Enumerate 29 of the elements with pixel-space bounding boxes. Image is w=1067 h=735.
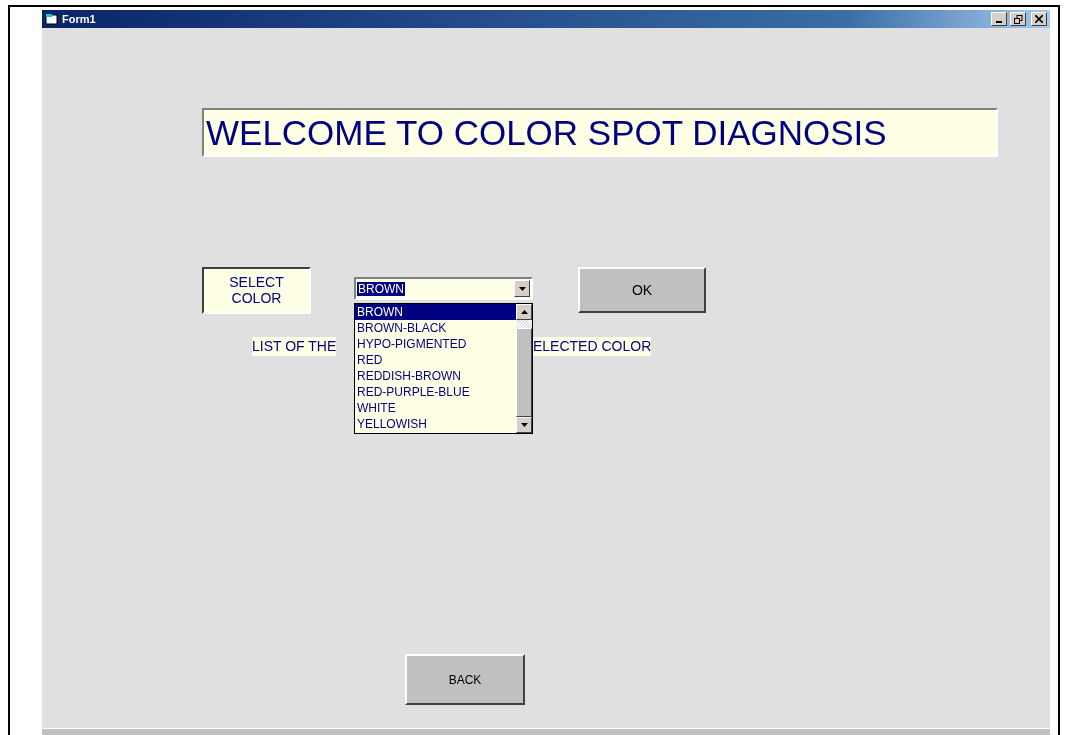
ok-button[interactable]: OK	[578, 267, 706, 313]
color-combo-box[interactable]: BROWN	[354, 277, 533, 300]
dropdown-option[interactable]: BROWN-BLACK	[355, 320, 516, 336]
combo-value: BROWN	[357, 281, 405, 296]
restore-icon	[1013, 14, 1023, 24]
dropdown-button[interactable]	[514, 280, 530, 297]
restore-button[interactable]	[1010, 12, 1026, 26]
dropdown-option[interactable]: REDDISH-BROWN	[355, 368, 516, 384]
window-title: Form1	[62, 13, 96, 25]
dropdown-option[interactable]: HYPO-PIGMENTED	[355, 336, 516, 352]
back-button[interactable]: BACK	[405, 654, 525, 705]
dropdown-option[interactable]: BROWN	[355, 304, 516, 320]
scroll-up-icon[interactable]	[520, 310, 528, 314]
close-button[interactable]	[1031, 12, 1047, 26]
welcome-heading: WELCOME TO COLOR SPOT DIAGNOSIS	[202, 108, 998, 157]
list-label: ELECTED COLOR	[533, 337, 652, 356]
select-color-label: SELECT COLOR	[202, 267, 311, 314]
scrollbar[interactable]	[516, 304, 532, 433]
dropdown-option[interactable]: WHITE	[355, 400, 516, 416]
form-icon	[45, 13, 59, 25]
dropdown-option[interactable]: RED-PURPLE-BLUE	[355, 384, 516, 400]
scroll-thumb[interactable]	[516, 328, 532, 417]
dropdown-option[interactable]: RED	[355, 352, 516, 368]
dropdown-arrow-icon	[518, 286, 526, 291]
scroll-down-icon[interactable]	[520, 423, 528, 427]
dropdown-option[interactable]: YELLOWISH	[355, 416, 516, 432]
close-icon	[1035, 15, 1043, 23]
list-label: LIST OF THE	[252, 337, 337, 356]
minimize-button[interactable]	[991, 12, 1007, 26]
